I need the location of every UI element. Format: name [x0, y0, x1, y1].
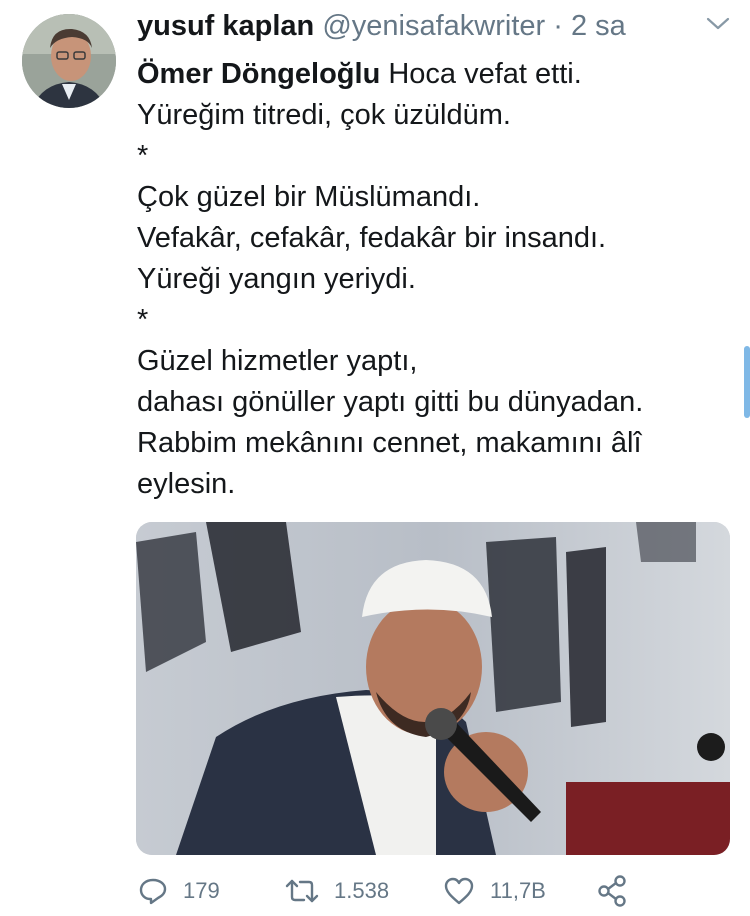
scrollbar-thumb[interactable]	[744, 346, 750, 418]
author-name[interactable]: yusuf kaplan	[137, 10, 314, 42]
share-button[interactable]	[595, 870, 629, 912]
retweet-count: 1.538	[334, 878, 390, 903]
tweet-header: yusuf kaplan @yenisafakwriter · 2 sa	[137, 6, 737, 46]
text-line: Çok güzel bir Müslümandı.	[137, 181, 481, 213]
author-handle[interactable]: @yenisafakwriter	[322, 10, 545, 42]
retweet-icon	[285, 879, 319, 903]
like-count: 11,7B	[490, 878, 546, 903]
tweet-photo[interactable]	[136, 522, 730, 855]
retweet-button[interactable]: 1.538	[284, 870, 389, 912]
tweet-timestamp[interactable]: 2 sa	[571, 10, 626, 42]
tweet-text: Ömer Döngeloğlu Hoca vefat etti. Yüreğim…	[137, 54, 722, 505]
text-line: Güzel hizmetler yaptı,	[137, 345, 418, 377]
text-line: *	[137, 304, 149, 336]
like-icon	[444, 877, 474, 905]
avatar-image	[22, 14, 116, 108]
text-line: Ömer Döngeloğlu Hoca vefat etti.	[137, 58, 582, 90]
text-line: *	[137, 140, 149, 172]
text-line: Rabbim mekânını cennet, makamını âlî	[137, 427, 642, 459]
reply-count: 179	[183, 878, 220, 903]
tweet-actions: 179 1.538 11,7B	[137, 870, 737, 912]
author-avatar[interactable]	[22, 14, 116, 108]
separator-dot: ·	[553, 10, 563, 42]
like-button[interactable]: 11,7B	[442, 870, 546, 912]
text-line: Yüreğim titredi, çok üzüldüm.	[137, 99, 511, 131]
reply-button[interactable]: 179	[137, 870, 220, 912]
text-line: Vefakâr, cefakâr, fedakâr bir insandı.	[137, 222, 607, 254]
share-icon	[598, 875, 626, 907]
reply-icon	[139, 878, 167, 905]
photo-image	[136, 522, 730, 855]
chevron-down-icon[interactable]	[705, 16, 731, 32]
mention-link[interactable]: Ömer Döngeloğlu	[137, 58, 380, 90]
text-line: dahası gönüller yaptı gitti bu dünyadan.	[137, 386, 644, 418]
text-line: eylesin.	[137, 468, 236, 500]
text-line: Yüreği yangın yeriydi.	[137, 263, 416, 295]
